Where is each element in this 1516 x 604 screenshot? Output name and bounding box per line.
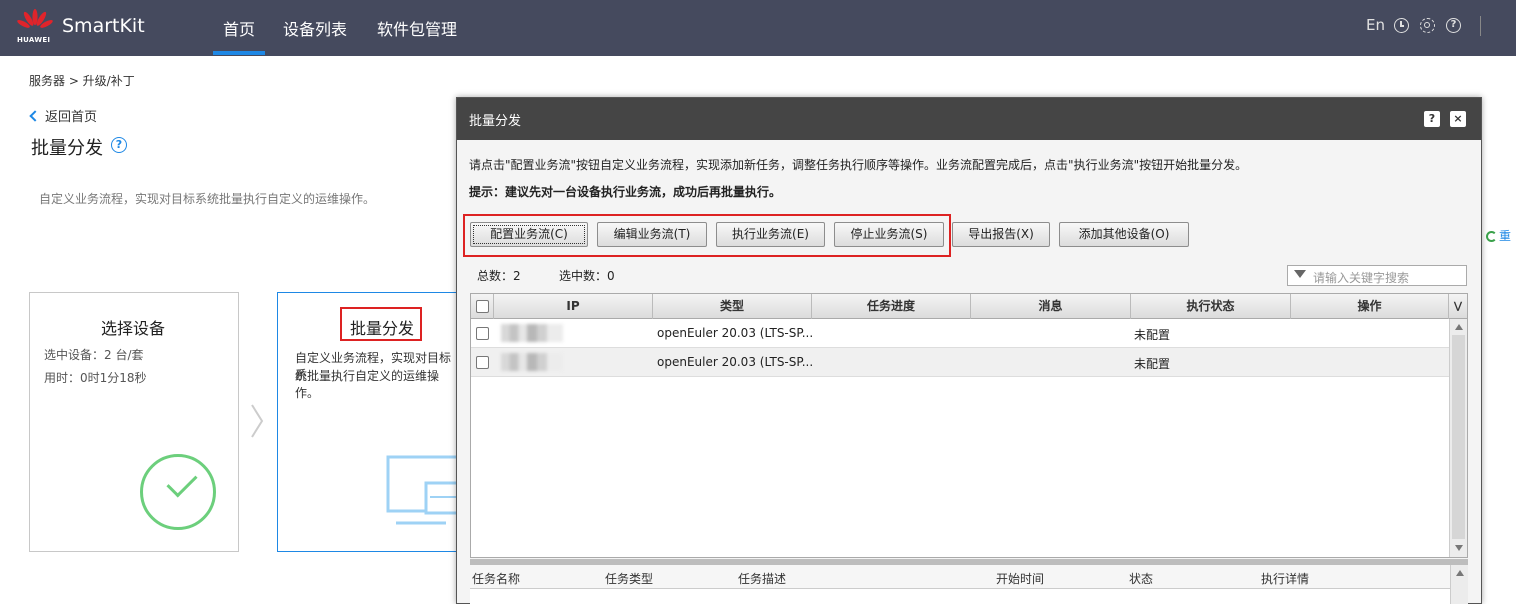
question-icon[interactable]: ?: [111, 137, 127, 153]
breadcrumb: 服务器 > 升级/补丁: [29, 74, 135, 88]
total-count: 总数：2: [477, 269, 521, 283]
filter-icon: [1294, 270, 1306, 278]
back-home-link[interactable]: 返回首页: [29, 106, 98, 125]
column-task-desc[interactable]: 任务描述: [738, 570, 786, 587]
column-type[interactable]: 类型: [653, 294, 812, 319]
nav-active-indicator: [213, 51, 265, 55]
row-status: 未配置: [1134, 328, 1171, 342]
refresh-icon: [1486, 231, 1497, 242]
selected-count: 选中数：0: [559, 269, 615, 283]
selected-device-count: 选中设备：2 台/套: [44, 348, 144, 362]
dialog-title: 批量分发: [469, 114, 522, 129]
task-table-body: [470, 589, 1450, 604]
masked-ip: [501, 353, 563, 371]
page-description: 自定义业务流程，实现对目标系统批量执行自定义的运维操作。: [39, 192, 376, 206]
page-title: 批量分发: [31, 138, 103, 159]
refresh-label: 重: [1499, 229, 1512, 243]
column-task-status[interactable]: 状态: [1129, 570, 1153, 587]
step-title-select-device: 选择设备: [101, 319, 166, 338]
dialog-help-button[interactable]: ?: [1424, 111, 1440, 127]
back-home-label: 返回首页: [45, 110, 98, 125]
success-check-icon: [140, 454, 216, 530]
column-operation[interactable]: 操作: [1291, 294, 1449, 319]
table-scrollbar[interactable]: [1449, 319, 1467, 557]
nav-home[interactable]: 首页: [223, 16, 255, 40]
chevron-right-icon: [251, 404, 264, 438]
row-type: openEuler 20.03 (LTS-SP...: [657, 355, 814, 369]
scrollbar-thumb[interactable]: [1452, 335, 1465, 539]
step-desc-line2: 统批量执行自定义的运维操作。: [295, 369, 440, 400]
column-task-name[interactable]: 任务名称: [472, 570, 520, 587]
step-card-select-device[interactable]: 选择设备 选中设备：2 台/套 用时：0时1分18秒: [29, 292, 239, 552]
column-start-time[interactable]: 开始时间: [996, 570, 1044, 587]
chevron-left-icon: [29, 110, 41, 122]
elapsed-time: 用时：0时1分18秒: [44, 371, 147, 385]
scroll-up-icon[interactable]: [1456, 570, 1464, 576]
select-all-checkbox[interactable]: [476, 300, 489, 313]
divider: [1480, 16, 1481, 36]
scroll-down-icon[interactable]: [1455, 545, 1463, 551]
scroll-up-icon[interactable]: [1455, 324, 1463, 330]
table-row[interactable]: openEuler 20.03 (LTS-SP... 未配置: [471, 319, 1449, 348]
column-menu-icon[interactable]: ⋁: [1449, 294, 1467, 319]
nav-device-list[interactable]: 设备列表: [283, 16, 347, 40]
search-input[interactable]: 请输入关键字搜索: [1287, 265, 1467, 286]
refresh-link[interactable]: 重: [1486, 227, 1511, 244]
app-title: SmartKit: [62, 15, 145, 37]
language-switch[interactable]: En: [1366, 16, 1385, 34]
row-type: openEuler 20.03 (LTS-SP...: [657, 326, 814, 340]
masked-ip: [501, 324, 563, 342]
row-checkbox[interactable]: [476, 327, 489, 340]
column-message[interactable]: 消息: [971, 294, 1131, 319]
row-status: 未配置: [1134, 357, 1171, 371]
table-header: IP 类型 任务进度 消息 执行状态 操作 ⋁: [471, 294, 1467, 319]
help-icon[interactable]: ?: [1446, 18, 1461, 33]
table-row[interactable]: openEuler 20.03 (LTS-SP... 未配置: [471, 348, 1449, 377]
search-placeholder: 请输入关键字搜索: [1313, 271, 1410, 285]
highlight-box-title: [340, 307, 422, 341]
header-checkbox-cell: [471, 294, 494, 319]
nav-package-management[interactable]: 软件包管理: [377, 16, 457, 40]
task-table-header: 任务名称 任务类型 任务描述 开始时间 状态 执行详情: [470, 565, 1450, 589]
gear-icon[interactable]: [1420, 18, 1435, 33]
column-exec-detail[interactable]: 执行详情: [1261, 570, 1309, 587]
export-report-button[interactable]: 导出报告(X): [952, 222, 1050, 247]
dialog-close-button[interactable]: ×: [1450, 111, 1466, 127]
top-navbar: HUAWEI SmartKit 首页 设备列表 软件包管理 En ?: [0, 0, 1516, 56]
dialog-tip: 提示：建议先对一台设备执行业务流，成功后再批量执行。: [469, 185, 782, 199]
row-checkbox[interactable]: [476, 356, 489, 369]
device-table: IP 类型 任务进度 消息 执行状态 操作 ⋁ openEuler 20.03 …: [470, 293, 1468, 558]
highlight-box-buttons: [463, 214, 951, 257]
column-exec-status[interactable]: 执行状态: [1131, 294, 1291, 319]
column-progress[interactable]: 任务进度: [812, 294, 971, 319]
dialog-header: 批量分发 ? ×: [457, 98, 1481, 140]
logo-caption: HUAWEI: [17, 36, 51, 44]
clock-icon[interactable]: [1394, 18, 1409, 33]
column-ip[interactable]: IP: [494, 294, 653, 319]
task-table-scrollbar[interactable]: [1450, 565, 1468, 604]
add-other-device-button[interactable]: 添加其他设备(O): [1059, 222, 1189, 247]
monitor-icon: [386, 455, 458, 525]
dialog-instruction: 请点击"配置业务流"按钮自定义业务流程，实现添加新任务，调整任务执行顺序等操作。…: [469, 158, 1248, 172]
column-task-type[interactable]: 任务类型: [605, 570, 653, 587]
batch-distribute-dialog: 批量分发 ? × 请点击"配置业务流"按钮自定义业务流程，实现添加新任务，调整任…: [456, 97, 1482, 604]
